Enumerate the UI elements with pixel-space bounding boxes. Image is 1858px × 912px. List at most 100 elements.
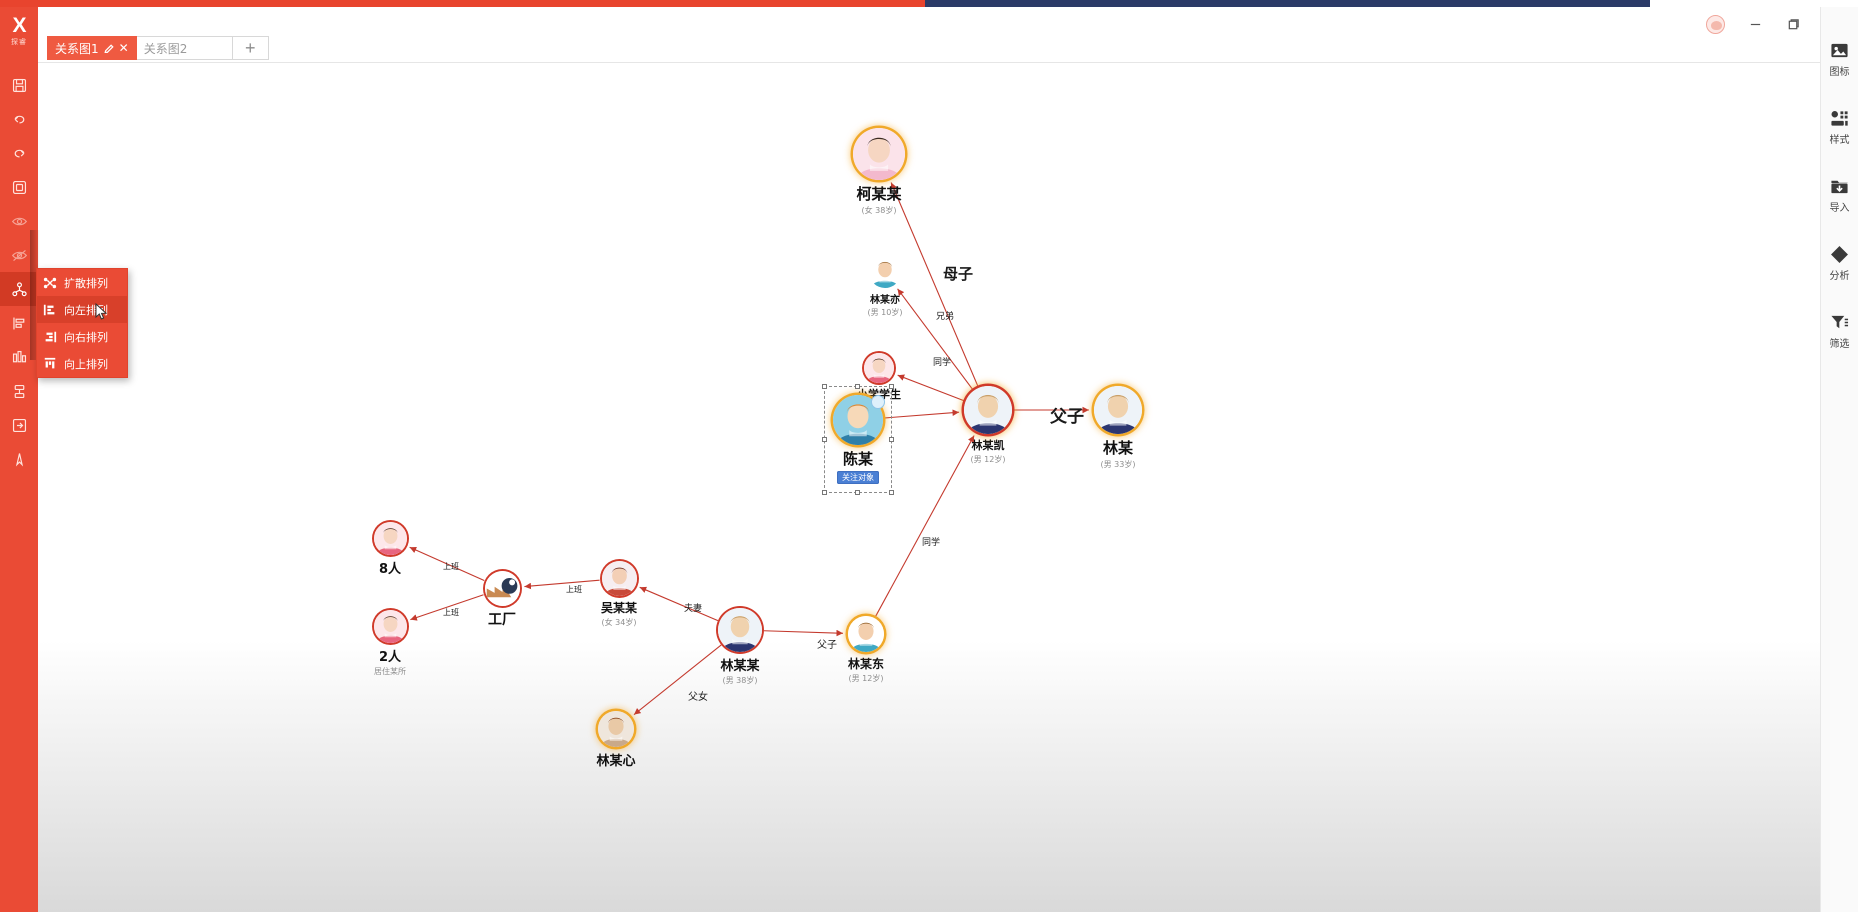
align-right-icon xyxy=(43,330,57,344)
node-name: 柯某某 xyxy=(856,185,902,203)
right-item-label: 分析 xyxy=(1829,270,1850,282)
node-name: 林某东 xyxy=(848,657,885,671)
node-subtitle: (男 12岁) xyxy=(970,455,1006,464)
graph-node-lindong[interactable]: 林某东 (男 12岁) xyxy=(848,616,884,684)
node-name: 8人 xyxy=(378,562,402,577)
edge-label-factory-p8: 上班 xyxy=(443,562,459,571)
export-tool-button[interactable] xyxy=(0,408,38,442)
redo-tool-button[interactable] xyxy=(0,136,38,170)
graph-edge-linmou-wu[interactable] xyxy=(639,586,719,622)
edge-label-linmou-linxin: 父女 xyxy=(688,692,708,703)
undo-tool-button[interactable] xyxy=(0,102,38,136)
tab-relation-graph-2[interactable]: 关系图2 xyxy=(136,36,233,60)
tab-label: 关系图1 xyxy=(55,41,99,56)
pencil-icon[interactable] xyxy=(104,43,114,53)
menu-item-align-up[interactable]: 向上排列 xyxy=(37,350,127,377)
node-name: 2人 xyxy=(378,650,402,665)
node-avatar[interactable] xyxy=(718,608,762,652)
tab-list: 关系图1 ✕ 关系图2 + xyxy=(47,36,269,60)
tab-relation-graph-1[interactable]: 关系图1 ✕ xyxy=(47,36,137,60)
save-tool-button[interactable] xyxy=(0,68,38,102)
frame-tool-button[interactable] xyxy=(0,170,38,204)
menu-item-diffuse-layout[interactable]: 扩散排列 xyxy=(37,269,127,296)
node-avatar[interactable] xyxy=(964,386,1012,434)
accent-white-segment xyxy=(1650,0,1858,7)
align-left-icon xyxy=(43,303,57,317)
node-avatar[interactable] xyxy=(848,616,884,652)
node-subtitle: (女 34岁) xyxy=(601,618,637,627)
pointer-tool-button[interactable] xyxy=(0,442,38,476)
node-avatar[interactable] xyxy=(373,522,407,555)
menu-item-label: 扩散排列 xyxy=(64,276,108,290)
node-avatar[interactable] xyxy=(601,561,637,596)
node-avatar[interactable] xyxy=(598,711,634,747)
graph-node-wu[interactable]: 吴某某 (女 34岁) xyxy=(601,561,638,628)
graph-edge-chen-linkai[interactable] xyxy=(884,409,960,419)
node-name: 林某心 xyxy=(596,754,636,769)
minimize-button[interactable] xyxy=(1736,9,1774,39)
tab-close-icon[interactable]: ✕ xyxy=(119,42,129,54)
right-item-icon[interactable]: 图标 xyxy=(1821,25,1858,93)
graph-node-ke[interactable]: 柯某某 (女 38岁) xyxy=(853,128,905,216)
add-tab-button[interactable]: + xyxy=(232,36,269,60)
import-icon xyxy=(1831,180,1848,193)
graph-canvas[interactable]: 母子 兄弟 同学 父子 同学 上班 上班 上班 夫妻 父子 父女 柯某某 (女 38岁) 林某亦 (男 1… xyxy=(38,63,1820,912)
graph-node-linyi[interactable]: 林某亦 (男 10岁) xyxy=(867,256,903,318)
accent-navy-segment xyxy=(925,0,1650,7)
graph-edge-wu-factory[interactable] xyxy=(524,579,600,590)
right-item-analysis[interactable]: 分析 xyxy=(1821,229,1858,297)
right-item-import[interactable]: 导入 xyxy=(1821,161,1858,229)
edge-label-wu-factory: 上班 xyxy=(566,585,582,594)
image-icon xyxy=(1831,43,1848,57)
graph-node-linkai[interactable]: 林某凯 (男 12岁) xyxy=(964,386,1012,465)
graph-node-p2[interactable]: 2人居住某所 xyxy=(373,610,407,677)
node-name: 林某亦 xyxy=(870,295,900,306)
right-item-label: 筛选 xyxy=(1829,338,1850,350)
edge-label-linmou-lindong: 父子 xyxy=(817,640,837,651)
node-avatar[interactable] xyxy=(1094,386,1142,434)
node-pin-icon xyxy=(871,395,885,409)
window-accent-bar xyxy=(0,0,1858,7)
node-avatar[interactable] xyxy=(853,128,905,180)
group-tool-button[interactable] xyxy=(0,374,38,408)
graph-node-lin[interactable]: 林某 (男 33岁) xyxy=(1094,386,1142,470)
graph-node-factory[interactable]: 工厂 xyxy=(484,571,520,629)
node-name: 林某 xyxy=(1102,439,1133,457)
node-avatar[interactable] xyxy=(869,256,901,288)
graph-edge-linkai-linyi[interactable] xyxy=(897,288,973,390)
graph-node-linmou[interactable]: 林某某 (男 38岁) xyxy=(718,608,762,686)
node-name: 吴某某 xyxy=(601,601,638,615)
node-avatar[interactable] xyxy=(864,353,894,383)
tab-label: 关系图2 xyxy=(143,41,188,56)
right-item-label: 导入 xyxy=(1829,202,1850,214)
analysis-icon xyxy=(1831,245,1848,263)
graph-node-linxin[interactable]: 林某心 xyxy=(596,711,636,769)
graph-edges-layer xyxy=(409,182,1089,716)
node-avatar[interactable] xyxy=(484,571,520,606)
user-avatar-button[interactable] xyxy=(1700,9,1730,39)
node-subtitle: 居住某所 xyxy=(374,667,406,676)
graph-node-chen[interactable]: 陈某 关注对象 xyxy=(822,384,894,495)
tab-strip: 关系图1 ✕ 关系图2 + xyxy=(38,7,1858,63)
user-avatar-icon xyxy=(1705,14,1725,34)
diffuse-layout-icon xyxy=(43,276,57,290)
menu-item-align-left[interactable]: 向左排列 xyxy=(37,296,127,323)
edge-label-linkai-ke: 母子 xyxy=(943,265,974,283)
node-name: 工厂 xyxy=(488,612,516,628)
align-up-icon xyxy=(43,357,57,371)
graph-edge-linmou-linxin[interactable] xyxy=(633,644,722,716)
menu-item-align-right[interactable]: 向右排列 xyxy=(37,323,127,350)
filter-icon xyxy=(1831,315,1849,328)
node-subtitle: (男 12岁) xyxy=(848,674,884,683)
node-subtitle: (男 10岁) xyxy=(867,308,903,317)
right-item-filter[interactable]: 筛选 xyxy=(1821,297,1858,365)
right-item-style[interactable]: 样式 xyxy=(1821,93,1858,161)
node-avatar[interactable] xyxy=(373,610,407,643)
maximize-button[interactable] xyxy=(1774,9,1812,39)
graph-edge-linmou-lindong[interactable] xyxy=(763,629,844,637)
style-icon xyxy=(1831,110,1848,126)
graph-node-p8[interactable]: 8人 xyxy=(373,522,407,577)
edge-label-factory-p2: 上班 xyxy=(443,608,459,617)
left-toolbar: X 探睿 xyxy=(0,0,38,912)
graph-edge-linkai-pupil[interactable] xyxy=(897,374,964,402)
